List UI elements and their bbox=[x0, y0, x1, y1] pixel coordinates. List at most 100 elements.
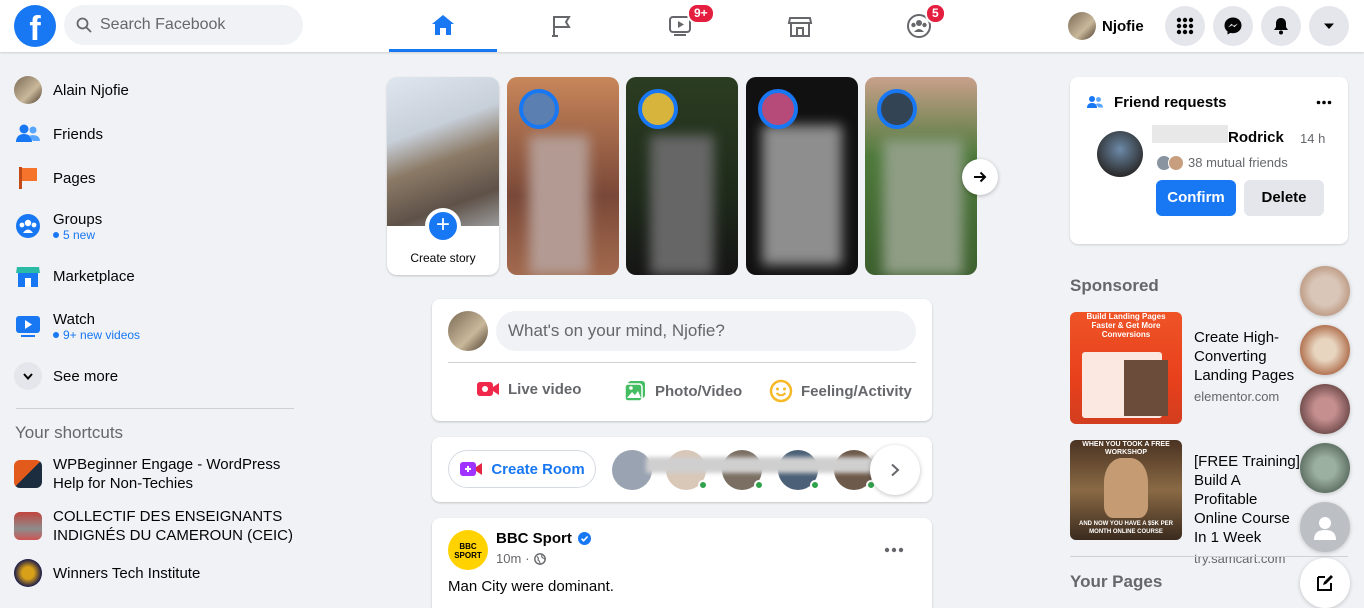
requester-avatar[interactable] bbox=[1097, 131, 1143, 177]
sponsored-ad[interactable]: Build Landing Pages Faster & Get More Co… bbox=[1070, 312, 1294, 424]
feeling-activity-label: Feeling/Activity bbox=[801, 382, 912, 400]
create-story-photo bbox=[387, 77, 499, 226]
sponsored-ad[interactable]: WHEN YOU TOOK A FREE WORKSHOP AND NOW YO… bbox=[1070, 440, 1300, 566]
search-input[interactable] bbox=[100, 16, 290, 34]
post-author[interactable]: BBC Sport bbox=[496, 530, 591, 547]
ad-image: Build Landing Pages Faster & Get More Co… bbox=[1070, 312, 1182, 424]
sidebar-item-friends[interactable]: Friends bbox=[8, 112, 298, 156]
shortcuts-title: Your shortcuts bbox=[15, 423, 124, 442]
plus-icon: + bbox=[425, 208, 461, 244]
shortcut-label: COLLECTIF DES ENSEIGNANTS INDIGNÉS DU CA… bbox=[53, 508, 294, 544]
photo-video-button[interactable]: Photo/Video bbox=[623, 379, 742, 403]
sidebar-item-label: Friends bbox=[53, 125, 104, 143]
tab-home[interactable] bbox=[389, 0, 497, 52]
tab-groups[interactable]: 5 bbox=[865, 0, 973, 52]
left-sidebar: Alain Njofie Friends Pages Groups 5 new … bbox=[8, 68, 298, 601]
story-card[interactable] bbox=[746, 77, 858, 275]
stories-next-button[interactable] bbox=[962, 159, 998, 195]
delete-button[interactable]: Delete bbox=[1244, 180, 1324, 216]
post-options-button[interactable] bbox=[884, 540, 904, 558]
story-card[interactable] bbox=[626, 77, 738, 275]
story-blurred-content bbox=[650, 135, 714, 275]
see-more-button[interactable]: See more bbox=[8, 352, 298, 400]
create-story-label: Create story bbox=[410, 251, 476, 265]
ad-domain: elementor.com bbox=[1194, 389, 1280, 404]
live-video-icon bbox=[477, 382, 499, 396]
facebook-logo[interactable]: f bbox=[14, 5, 56, 47]
profile-shortcut[interactable]: Njofie bbox=[1068, 8, 1144, 44]
person-icon bbox=[1314, 517, 1336, 540]
notifications-button[interactable] bbox=[1261, 6, 1301, 46]
chat-head-avatar[interactable] bbox=[1300, 384, 1350, 434]
tab-pages[interactable] bbox=[508, 0, 616, 52]
chat-head-avatar[interactable] bbox=[1300, 443, 1350, 493]
grid-menu-icon bbox=[1176, 17, 1194, 35]
mutual-friends-count[interactable]: 38 mutual friends bbox=[1188, 155, 1288, 170]
menu-button[interactable] bbox=[1165, 6, 1205, 46]
pages-flag-icon bbox=[19, 167, 37, 189]
rooms-next-button[interactable] bbox=[870, 445, 920, 495]
groups-badge: 5 bbox=[925, 3, 946, 24]
search-bar[interactable] bbox=[64, 5, 303, 45]
chat-head-avatar[interactable] bbox=[1300, 266, 1350, 316]
story-blurred-content bbox=[529, 135, 589, 275]
ad-text: [FREE Training] Build A Profitable Onlin… bbox=[1194, 452, 1304, 568]
flag-icon bbox=[552, 16, 571, 37]
avatar bbox=[14, 76, 42, 104]
online-indicator bbox=[754, 480, 764, 490]
shortcut-item[interactable]: WPBeginner Engage - WordPress Help for N… bbox=[8, 455, 298, 493]
account-button[interactable] bbox=[1309, 6, 1349, 46]
post-author-name: BBC Sport bbox=[496, 530, 572, 547]
ad-domain: try.samcart.com bbox=[1194, 551, 1286, 566]
tab-marketplace[interactable] bbox=[746, 0, 854, 52]
story-card[interactable] bbox=[507, 77, 619, 275]
bbc-sport-logo-text: BBC SPORT bbox=[454, 542, 482, 560]
sidebar-item-marketplace[interactable]: Marketplace bbox=[8, 252, 298, 300]
create-story-card[interactable]: + Create story bbox=[387, 77, 499, 275]
feeling-activity-button[interactable]: Feeling/Activity bbox=[769, 379, 912, 403]
ad-text: Create High-Converting Landing Pages ele… bbox=[1194, 328, 1304, 406]
post-author-avatar[interactable]: BBC SPORT bbox=[448, 530, 488, 570]
sidebar-item-pages[interactable]: Pages bbox=[8, 156, 298, 200]
chat-head-avatar[interactable] bbox=[1300, 502, 1350, 552]
verified-icon bbox=[577, 532, 591, 545]
friend-requests-title[interactable]: Friend requests bbox=[1114, 94, 1227, 111]
confirm-button[interactable]: Confirm bbox=[1156, 180, 1236, 216]
story-avatar bbox=[638, 89, 678, 129]
create-room-button[interactable]: Create Room bbox=[448, 450, 596, 488]
ad-image: WHEN YOU TOOK A FREE WORKSHOP AND NOW YO… bbox=[1070, 440, 1182, 540]
shop-icon bbox=[787, 17, 813, 37]
messenger-button[interactable] bbox=[1213, 6, 1253, 46]
feed-post: BBC SPORT BBC Sport 10m · Man City were … bbox=[432, 518, 932, 608]
sidebar-item-label: Marketplace bbox=[53, 267, 135, 285]
post-time[interactable]: 10m bbox=[496, 551, 521, 566]
chat-head-avatar[interactable] bbox=[1300, 325, 1350, 375]
shortcut-item[interactable]: COLLECTIF DES ENSEIGNANTS INDIGNÉS DU CA… bbox=[8, 507, 298, 545]
redacted-name-block bbox=[1152, 125, 1228, 143]
ad-image-top-text: WHEN YOU TOOK A FREE WORKSHOP bbox=[1082, 441, 1170, 456]
right-divider bbox=[1070, 556, 1348, 557]
stories-tray: + Create story bbox=[387, 77, 977, 275]
sidebar-item-profile[interactable]: Alain Njofie bbox=[8, 68, 298, 112]
sidebar-item-groups[interactable]: Groups 5 new bbox=[8, 200, 298, 252]
shortcut-item[interactable]: Winners Tech Institute bbox=[8, 559, 298, 587]
story-card[interactable] bbox=[865, 77, 977, 275]
tab-watch[interactable]: 9+ bbox=[627, 0, 735, 52]
live-video-button[interactable]: Live video bbox=[476, 379, 581, 399]
groups-icon bbox=[16, 214, 40, 238]
friends-icon bbox=[16, 124, 40, 142]
your-pages-title: Your Pages bbox=[1070, 572, 1163, 591]
shortcut-thumbnail bbox=[14, 460, 42, 488]
dot-separator: · bbox=[525, 551, 530, 566]
photo-icon bbox=[624, 381, 645, 402]
story-blurred-content bbox=[883, 139, 963, 275]
sidebar-item-watch[interactable]: Watch 9+ new videos bbox=[8, 300, 298, 352]
more-horizontal-icon[interactable] bbox=[1316, 100, 1332, 105]
requester-name[interactable]: Rodrick bbox=[1228, 129, 1284, 146]
ad-image-person bbox=[1104, 458, 1148, 518]
friends-icon bbox=[1087, 96, 1103, 108]
online-indicator bbox=[810, 480, 820, 490]
ad-title: Create High-Converting Landing Pages bbox=[1194, 329, 1295, 384]
new-message-button[interactable] bbox=[1300, 558, 1350, 608]
composer-input[interactable]: What's on your mind, Njofie? bbox=[496, 311, 916, 351]
